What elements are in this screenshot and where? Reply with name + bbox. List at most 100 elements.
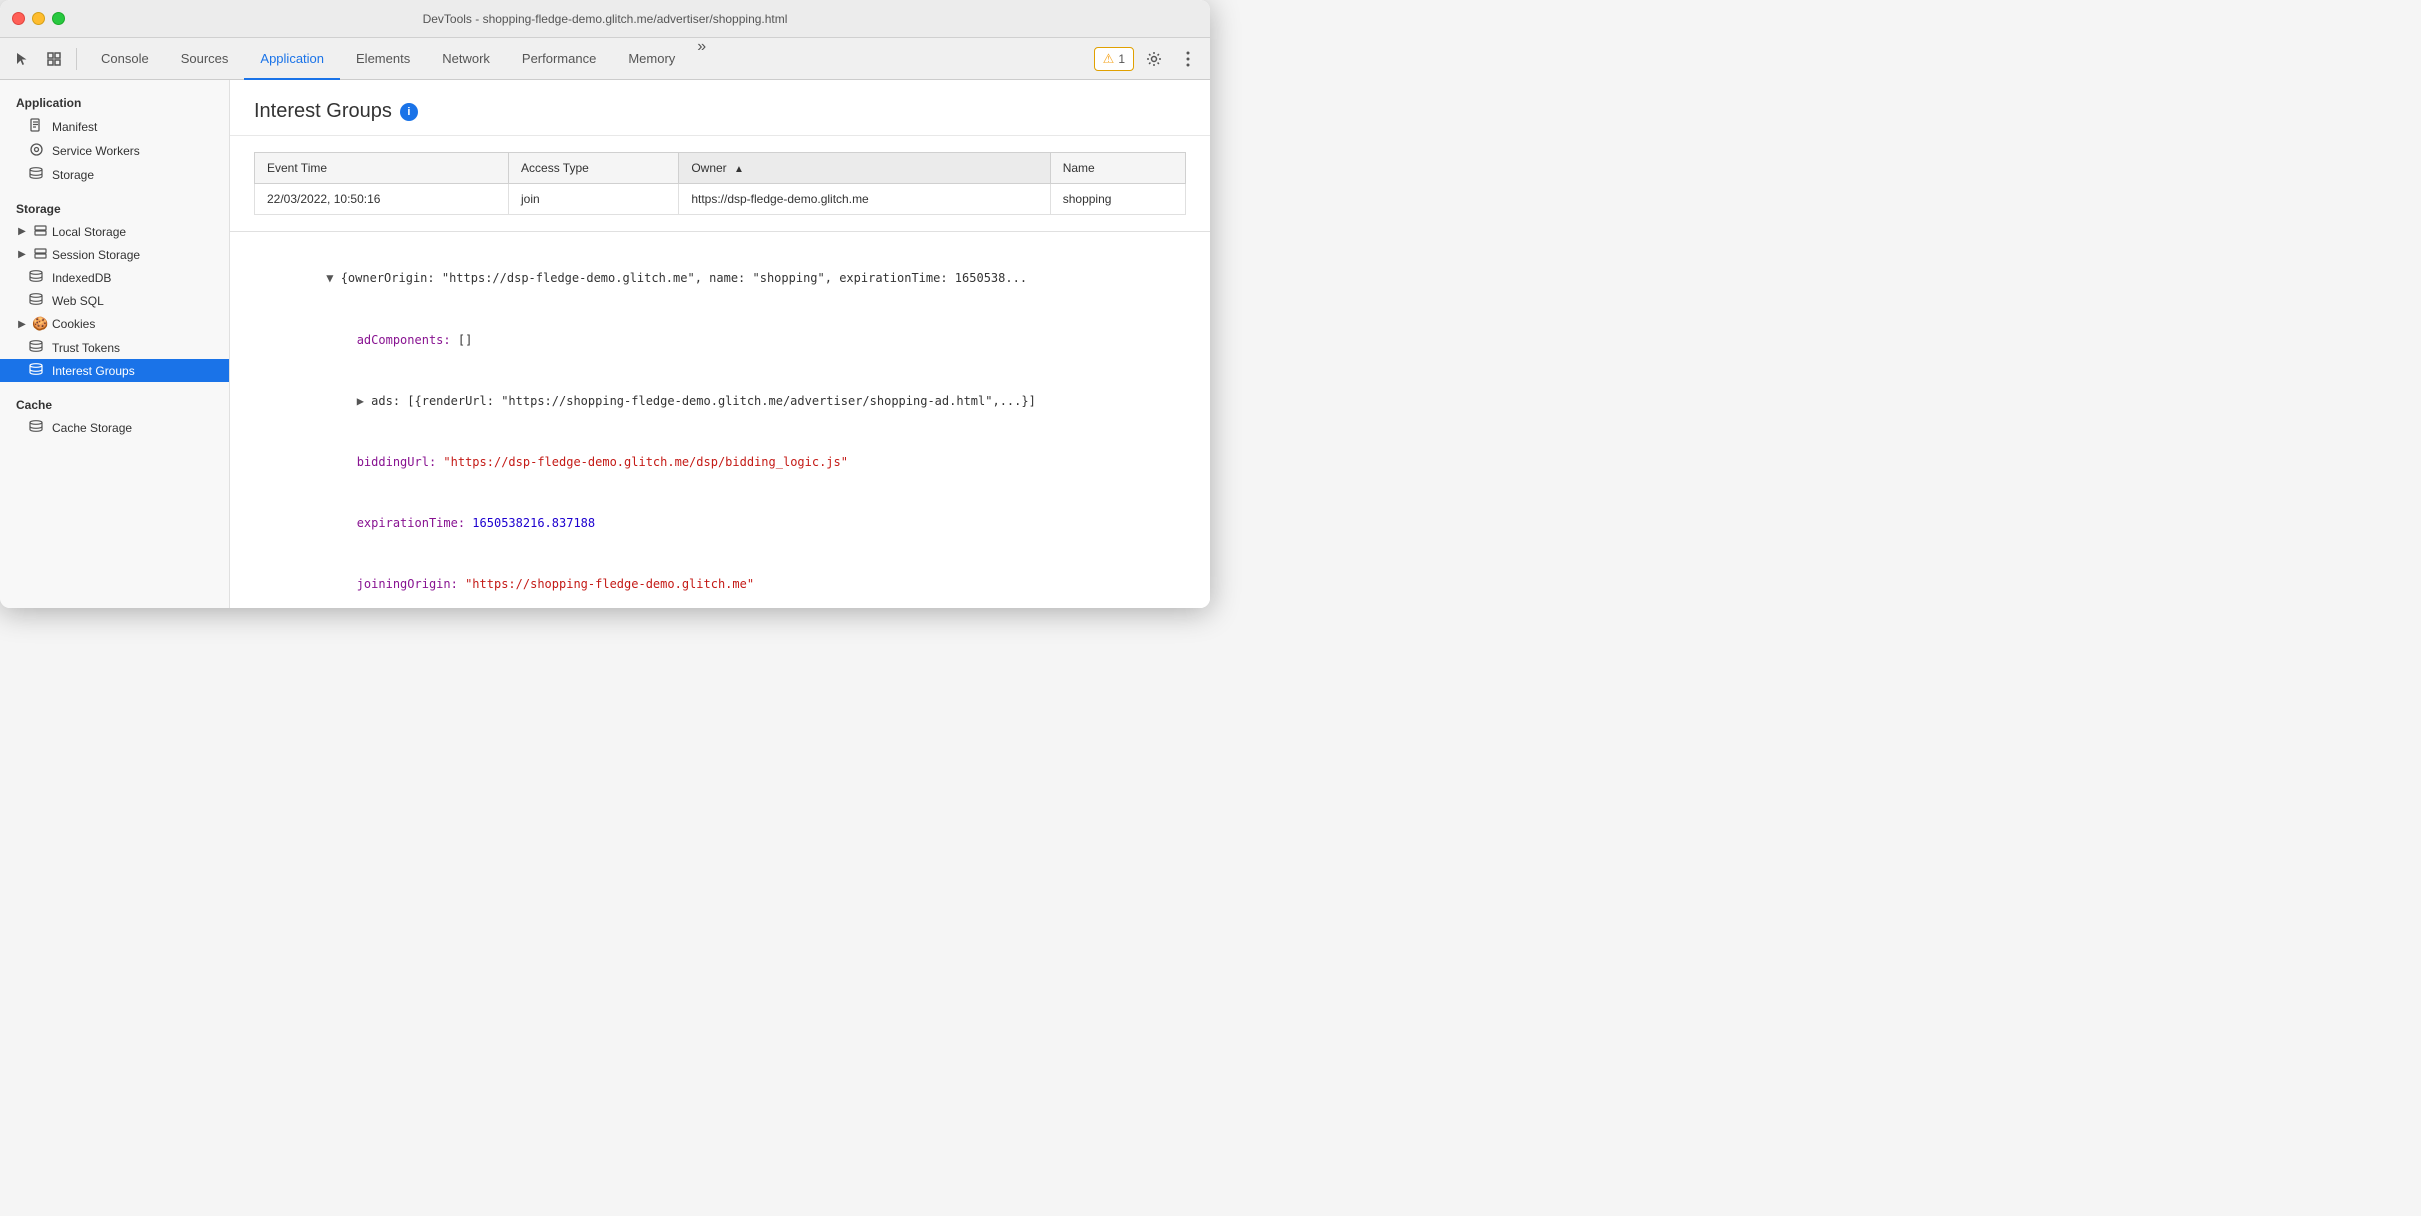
val-ads: ads: [{renderUrl: "https://shopping-fled… xyxy=(371,394,1036,408)
cell-access-type: join xyxy=(509,184,679,215)
col-event-time[interactable]: Event Time xyxy=(255,153,509,184)
settings-icon xyxy=(1146,51,1162,67)
tab-performance[interactable]: Performance xyxy=(506,39,612,80)
tab-network[interactable]: Network xyxy=(426,39,506,80)
cookies-icon: 🍪 xyxy=(32,316,48,332)
tab-elements[interactable]: Elements xyxy=(340,39,426,80)
session-storage-icon xyxy=(32,247,48,262)
manifest-label: Manifest xyxy=(52,120,97,134)
more-options-button[interactable] xyxy=(1174,45,1202,73)
cursor-icon-button[interactable] xyxy=(8,45,36,73)
val-biddingUrl: "https://dsp-fledge-demo.glitch.me/dsp/b… xyxy=(443,455,848,469)
tab-memory[interactable]: Memory xyxy=(612,39,691,80)
content-area: Interest Groups i Event Time Access Type… xyxy=(230,80,1210,608)
toolbar-right: ⚠ 1 xyxy=(1094,45,1202,73)
local-storage-icon xyxy=(32,224,48,239)
info-icon[interactable]: i xyxy=(400,103,418,121)
key-expirationTime: expirationTime: xyxy=(342,516,472,530)
detail-row-3: biddingUrl: "https://dsp-fledge-demo.gli… xyxy=(254,432,1186,493)
minimize-button[interactable] xyxy=(32,12,45,25)
cache-storage-label: Cache Storage xyxy=(52,421,132,435)
warning-icon: ⚠ xyxy=(1103,51,1115,67)
settings-icon-button[interactable] xyxy=(1140,45,1168,73)
storage-app-label: Storage xyxy=(52,168,94,182)
interest-groups-icon xyxy=(28,363,44,378)
maximize-button[interactable] xyxy=(52,12,65,25)
col-name[interactable]: Name xyxy=(1050,153,1185,184)
sidebar-section-cache: Cache xyxy=(0,390,229,416)
storage-app-icon xyxy=(28,167,44,182)
key-adComponents: adComponents: xyxy=(342,333,458,347)
tab-console[interactable]: Console xyxy=(85,39,165,80)
toolbar-divider xyxy=(76,48,77,70)
web-sql-icon xyxy=(28,293,44,308)
ig-table: Event Time Access Type Owner ▲ Name 22/0… xyxy=(254,152,1186,215)
toolbar: Console Sources Application Elements Net… xyxy=(0,38,1210,80)
warning-badge[interactable]: ⚠ 1 xyxy=(1094,47,1134,71)
cell-owner: https://dsp-fledge-demo.glitch.me xyxy=(679,184,1050,215)
more-tabs-button[interactable]: » xyxy=(691,38,712,79)
val-expirationTime: 1650538216.837188 xyxy=(472,516,595,530)
detail-view[interactable]: ▼ {ownerOrigin: "https://dsp-fledge-demo… xyxy=(230,232,1210,608)
cookies-label: Cookies xyxy=(52,317,95,331)
tab-sources[interactable]: Sources xyxy=(165,39,245,80)
sidebar-item-web-sql[interactable]: Web SQL xyxy=(0,289,229,312)
detail-row-1: adComponents: [] xyxy=(254,309,1186,370)
traffic-lights xyxy=(12,12,65,25)
sidebar-item-trust-tokens[interactable]: Trust Tokens xyxy=(0,336,229,359)
detail-row-4: expirationTime: 1650538216.837188 xyxy=(254,493,1186,554)
main-content: Application Manifest Service Workers Sto… xyxy=(0,80,1210,608)
sidebar-item-cookies[interactable]: ▶ 🍪 Cookies xyxy=(0,312,229,336)
cookies-arrow: ▶ xyxy=(16,319,28,330)
cursor-icon xyxy=(14,51,30,67)
manifest-icon xyxy=(28,118,44,135)
sidebar-item-storage-app[interactable]: Storage xyxy=(0,163,229,186)
key-biddingUrl: biddingUrl: xyxy=(342,455,443,469)
more-options-icon xyxy=(1186,51,1190,67)
key-joiningOrigin: joiningOrigin: xyxy=(342,577,465,591)
sidebar: Application Manifest Service Workers Sto… xyxy=(0,80,230,608)
detail-row-0: ▼ {ownerOrigin: "https://dsp-fledge-demo… xyxy=(254,248,1186,309)
trust-tokens-label: Trust Tokens xyxy=(52,341,120,355)
devtools-window: DevTools - shopping-fledge-demo.glitch.m… xyxy=(0,0,1210,608)
expand-tri-2[interactable]: ▶ xyxy=(342,394,371,408)
sidebar-section-storage: Storage xyxy=(0,194,229,220)
table-row[interactable]: 22/03/2022, 10:50:16 join https://dsp-fl… xyxy=(255,184,1186,215)
inspect-icon-button[interactable] xyxy=(40,45,68,73)
sidebar-item-interest-groups[interactable]: Interest Groups xyxy=(0,359,229,382)
detail-row-5: joiningOrigin: "https://shopping-fledge-… xyxy=(254,554,1186,608)
ig-title: Interest Groups xyxy=(254,100,392,123)
tab-application[interactable]: Application xyxy=(244,39,340,80)
sidebar-item-local-storage[interactable]: ▶ Local Storage xyxy=(0,220,229,243)
local-storage-arrow: ▶ xyxy=(16,226,28,237)
window-title: DevTools - shopping-fledge-demo.glitch.m… xyxy=(423,12,788,26)
sort-arrow: ▲ xyxy=(734,164,744,175)
sidebar-item-service-workers[interactable]: Service Workers xyxy=(0,139,229,163)
col-access-type[interactable]: Access Type xyxy=(509,153,679,184)
close-button[interactable] xyxy=(12,12,25,25)
col-owner[interactable]: Owner ▲ xyxy=(679,153,1050,184)
service-workers-icon xyxy=(28,143,44,159)
cell-event-time: 22/03/2022, 10:50:16 xyxy=(255,184,509,215)
title-bar: DevTools - shopping-fledge-demo.glitch.m… xyxy=(0,0,1210,38)
warning-count: 1 xyxy=(1118,52,1125,66)
inspect-icon xyxy=(46,51,62,67)
indexeddb-label: IndexedDB xyxy=(52,271,111,285)
sidebar-item-session-storage[interactable]: ▶ Session Storage xyxy=(0,243,229,266)
sidebar-item-manifest[interactable]: Manifest xyxy=(0,114,229,139)
detail-row-2: ▶ ads: [{renderUrl: "https://shopping-fl… xyxy=(254,370,1186,431)
session-storage-arrow: ▶ xyxy=(16,249,28,260)
cell-name: shopping xyxy=(1050,184,1185,215)
sidebar-item-cache-storage[interactable]: Cache Storage xyxy=(0,416,229,439)
interest-groups-label: Interest Groups xyxy=(52,364,135,378)
expand-tri-0[interactable]: ▼ xyxy=(326,271,340,285)
sidebar-section-application: Application xyxy=(0,88,229,114)
cache-storage-icon xyxy=(28,420,44,435)
ig-header: Interest Groups i xyxy=(230,80,1210,136)
sidebar-item-indexeddb[interactable]: IndexedDB xyxy=(0,266,229,289)
ig-table-container: Event Time Access Type Owner ▲ Name 22/0… xyxy=(230,136,1210,232)
val-joiningOrigin: "https://shopping-fledge-demo.glitch.me" xyxy=(465,577,754,591)
val-adComponents: [] xyxy=(458,333,472,347)
local-storage-label: Local Storage xyxy=(52,225,126,239)
web-sql-label: Web SQL xyxy=(52,294,104,308)
